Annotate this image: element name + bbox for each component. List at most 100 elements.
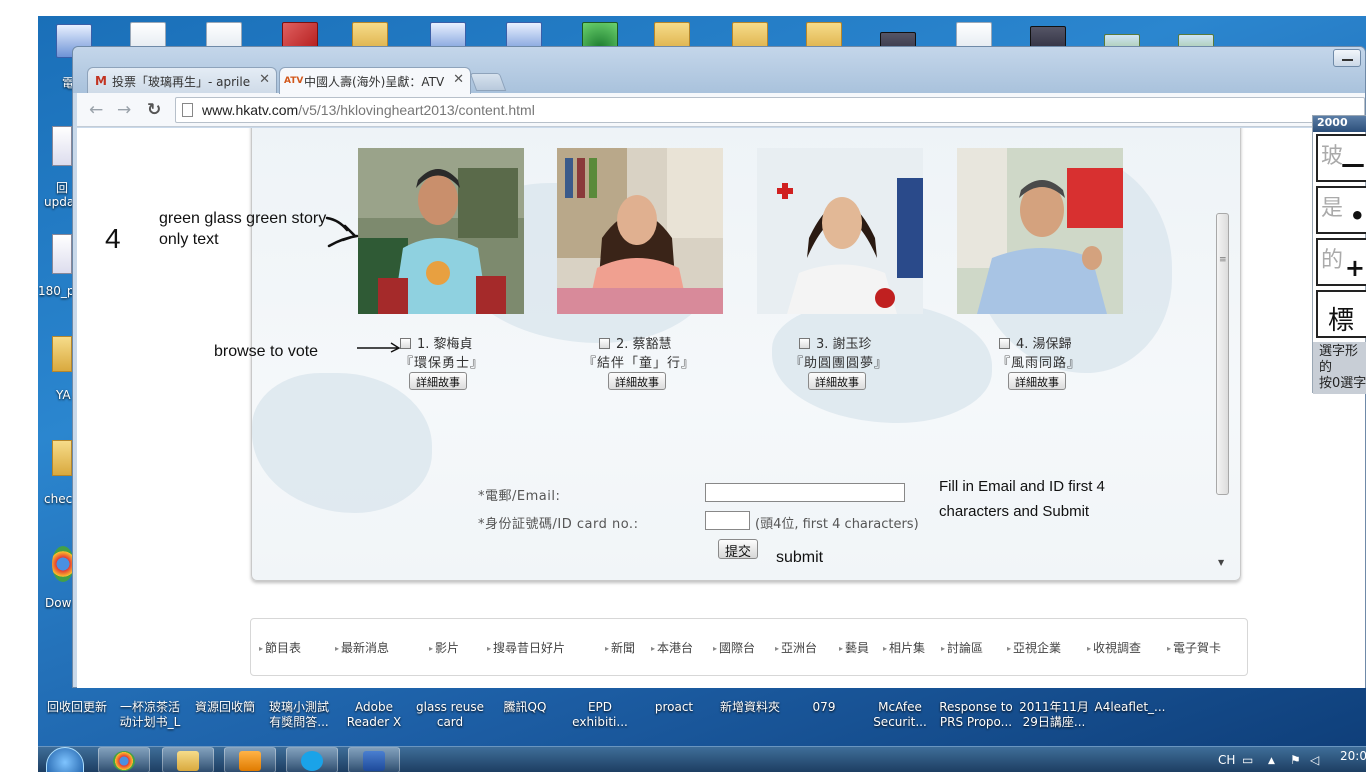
footer-link[interactable]: 最新消息 [335, 639, 389, 656]
id-hint: (頭4位, first 4 characters) [755, 517, 919, 532]
footer-link[interactable]: 亞洲台 [775, 639, 817, 656]
desktop-icon-chrome[interactable] [52, 546, 74, 582]
footer-link[interactable]: 討論區 [941, 639, 983, 656]
desktop-label[interactable]: Adobe Reader X [338, 700, 410, 730]
ime-footer: 選字形的 按0選字 [1313, 342, 1366, 394]
story-button-2[interactable]: 詳細故事 [608, 372, 666, 390]
taskbar-chrome-button[interactable] [98, 747, 150, 772]
language-indicator[interactable]: CH [1218, 753, 1235, 767]
close-tab-icon[interactable]: ✕ [453, 72, 464, 87]
vote-note: browse to vote [214, 343, 319, 360]
address-bar[interactable]: www.hkatv.com/v5/13/hklovingheart2013/co… [175, 97, 1365, 123]
desktop-label[interactable]: 回收回更新 [40, 700, 114, 715]
ime-selected-cell[interactable]: 標 [1316, 290, 1366, 338]
footer-link[interactable]: 本港台 [651, 639, 693, 656]
close-tab-icon[interactable]: ✕ [259, 72, 270, 87]
story-button-4[interactable]: 詳細故事 [1008, 372, 1066, 390]
back-arrow-icon[interactable]: ← [89, 100, 103, 120]
footer-navigation: 節目表 最新消息 影片 搜尋昔日好片 新聞 本港台 國際台 亞洲台 藝員 相片集… [250, 618, 1248, 676]
desktop-label: upda [44, 195, 75, 209]
tab-atv[interactable]: ATV 中國人壽(海外)呈獻：ATV ✕ [279, 67, 471, 94]
desktop-label[interactable]: EPD exhibiti... [562, 700, 638, 730]
footer-link[interactable]: 電子賀卡 [1167, 639, 1221, 656]
keyboard-icon[interactable]: ▭ [1242, 753, 1253, 767]
url-host: www.hkatv.com [202, 102, 299, 118]
candidate-2-image [557, 148, 723, 314]
scroll-down-arrow-icon[interactable]: ▼ [1218, 558, 1224, 567]
footer-link[interactable]: 亞視企業 [1007, 639, 1061, 656]
minimize-button[interactable] [1333, 49, 1361, 67]
ime-candidate-cell[interactable]: 是 • [1316, 186, 1366, 234]
tab-gmail[interactable]: M 投票「玻璃再生」- aprile ✕ [87, 67, 277, 93]
toolbar: ← → ↻ www.hkatv.com/v5/13/hklovingheart2… [77, 93, 1365, 127]
volume-icon[interactable]: ◁ [1310, 753, 1319, 767]
candidate-number: 2. [616, 337, 629, 352]
desktop-icon-folder[interactable] [52, 440, 72, 476]
desktop-label[interactable]: proact [638, 700, 710, 715]
taskbar-word-button[interactable] [348, 747, 400, 772]
desktop-icon-recycle[interactable] [52, 126, 72, 166]
footer-link[interactable]: 收視調查 [1087, 639, 1141, 656]
page-scrollbar[interactable]: ≡ ▼ [1216, 128, 1230, 567]
taskbar-skype-button[interactable] [286, 747, 338, 772]
desktop-label[interactable]: McAfee Securit... [862, 700, 938, 730]
plus-icon: + [1344, 254, 1365, 282]
candidate-name: 湯保歸 [1032, 337, 1072, 352]
desktop-label[interactable]: 新增資料夾 [710, 700, 790, 715]
desktop-label[interactable]: 資源回收簡 [190, 700, 260, 715]
ime-candidate-cell[interactable]: 玻 — [1316, 134, 1366, 182]
vote-checkbox-3[interactable] [799, 338, 810, 349]
new-tab-button[interactable] [469, 73, 507, 91]
footer-link[interactable]: 國際台 [713, 639, 755, 656]
browser-window: M 投票「玻璃再生」- aprile ✕ ATV 中國人壽(海外)呈獻：ATV … [72, 46, 1366, 688]
vote-checkbox-4[interactable] [999, 338, 1010, 349]
footer-link[interactable]: 搜尋昔日好片 [487, 639, 565, 656]
forward-arrow-icon[interactable]: → [117, 100, 131, 120]
submit-button[interactable]: 提交 [718, 539, 759, 560]
tray-expand-icon[interactable]: ▲ [1268, 756, 1275, 766]
desktop-label[interactable]: 2011年11月 29日講座... [1014, 700, 1094, 730]
candidate-photo-3[interactable] [757, 148, 923, 314]
ime-panel[interactable]: 2000 玻 — 是 • 的 + 標 選字形的 按0選字 [1312, 115, 1366, 394]
candidate-number: 3. [816, 337, 829, 352]
candidate-photo-4[interactable] [957, 148, 1123, 314]
desktop-label[interactable]: 玻璃小測試 有獎問答... [262, 700, 336, 730]
tab-title: 中國人壽(海外)呈獻：ATV [304, 75, 445, 89]
footer-link[interactable]: 新聞 [605, 639, 635, 656]
email-field[interactable] [705, 483, 905, 502]
vote-checkbox-2[interactable] [599, 338, 610, 349]
desktop-label: YA [56, 388, 71, 402]
start-button[interactable] [46, 747, 84, 772]
desktop-label[interactable]: Response to PRS Propo... [936, 700, 1016, 730]
footer-link[interactable]: 相片集 [883, 639, 925, 656]
id-field[interactable] [705, 511, 750, 530]
candidate-photo-2[interactable] [557, 148, 723, 314]
submit-note: submit [776, 549, 824, 566]
desktop-label: 180_p [38, 284, 75, 298]
reload-icon[interactable]: ↻ [147, 100, 161, 120]
flag-icon[interactable]: ⚑ [1290, 753, 1301, 767]
desktop-label[interactable]: 騰訊QQ [490, 700, 560, 715]
footer-link[interactable]: 藝員 [839, 639, 869, 656]
story-button-1[interactable]: 詳細故事 [409, 372, 467, 390]
desktop-label[interactable]: glass reuse card [410, 700, 490, 730]
clock[interactable]: 20:02 [1340, 749, 1366, 763]
story-button-3[interactable]: 詳細故事 [808, 372, 866, 390]
footer-link[interactable]: 影片 [429, 639, 459, 656]
candidate-photo-1[interactable] [358, 148, 524, 314]
desktop-label[interactable]: 079 [792, 700, 856, 715]
candidate-slogan: 『結伴「童」行』 [583, 356, 696, 371]
desktop-icon-folder[interactable] [52, 336, 72, 372]
tab-title: 投票「玻璃再生」- aprile [112, 75, 251, 89]
candidate-1: 1. 黎梅貞 [400, 333, 473, 352]
desktop-label[interactable]: A4leaflet_... [1090, 700, 1170, 715]
candidate-3: 3. 謝玉珍 [799, 333, 872, 352]
desktop-label[interactable]: 一杯凉茶活 动计划书_L [114, 700, 186, 730]
ime-candidate-cell[interactable]: 的 + [1316, 238, 1366, 286]
skype-icon [301, 751, 323, 771]
ime-header[interactable]: 2000 [1313, 116, 1366, 132]
taskbar-media-button[interactable] [224, 747, 276, 772]
desktop-icon-doc[interactable] [52, 234, 72, 274]
taskbar-explorer-button[interactable] [162, 747, 214, 772]
footer-link[interactable]: 節目表 [259, 639, 301, 656]
